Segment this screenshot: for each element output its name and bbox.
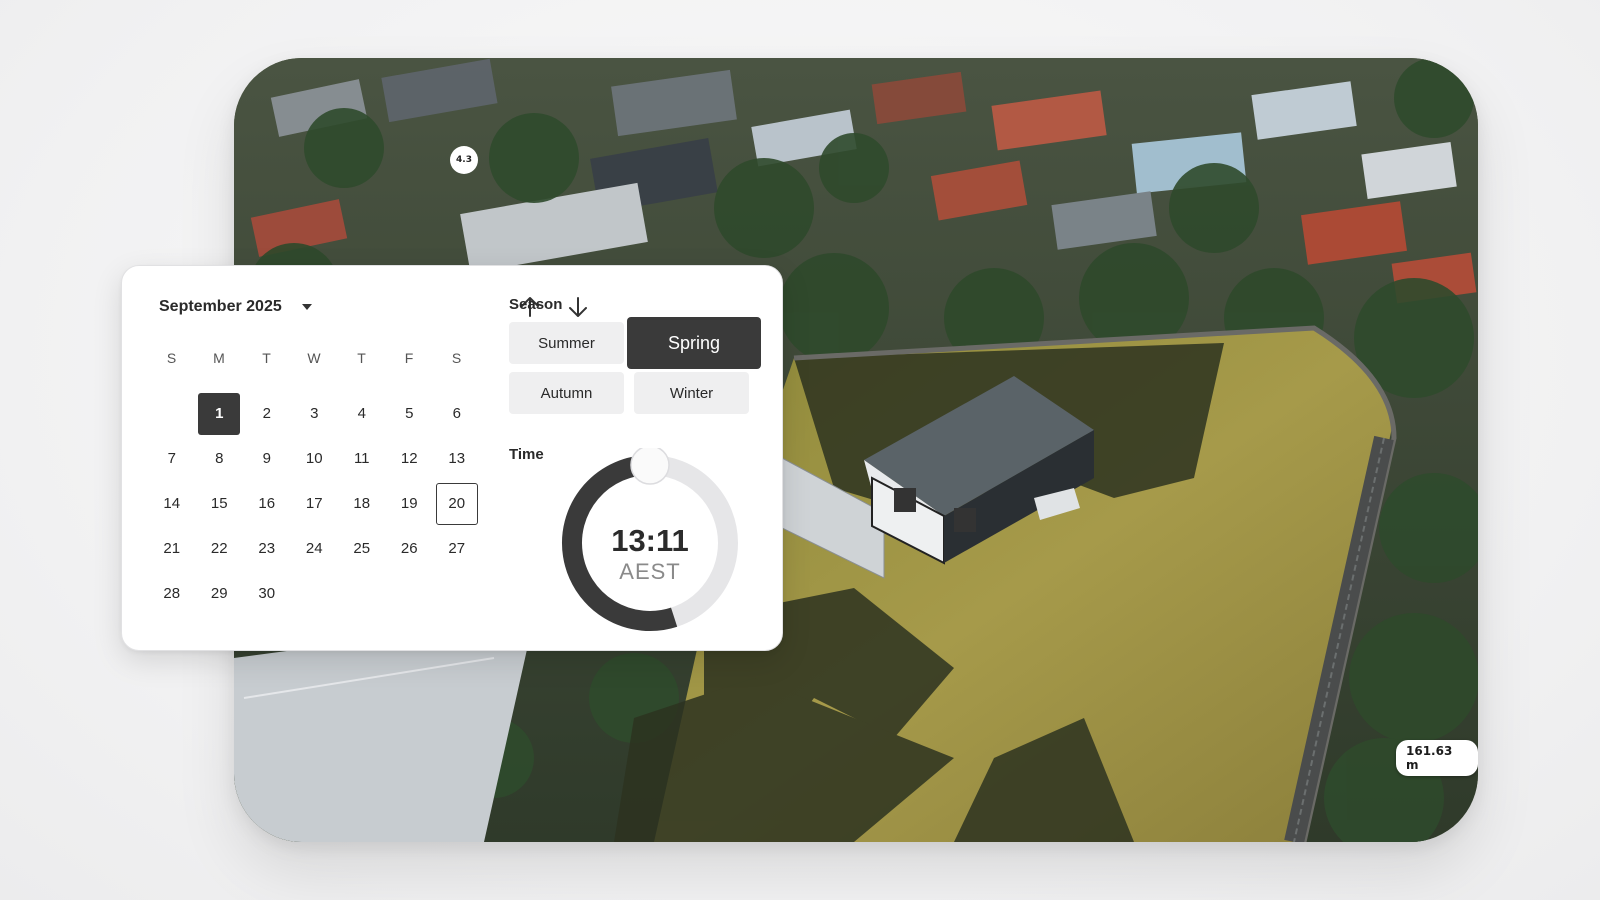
time-value: 13:11 <box>611 523 689 558</box>
season-option-winter[interactable]: Winter <box>634 372 749 414</box>
weekday-label: S <box>166 350 177 366</box>
calendar-day[interactable]: 14 <box>148 481 196 526</box>
time-readout: 13:11 AEST <box>560 524 740 586</box>
calendar-day[interactable]: 3 <box>291 391 339 436</box>
calendar-day-number: 7 <box>167 450 176 467</box>
calendar-day[interactable]: 12 <box>386 436 434 481</box>
calendar-day-number: 9 <box>262 450 271 467</box>
calendar-day-number: 21 <box>163 540 181 557</box>
calendar-day-number: 14 <box>163 495 181 512</box>
calendar-day-number: 5 <box>405 405 414 422</box>
season-option-autumn[interactable]: Autumn <box>509 372 624 414</box>
time-label: Time <box>509 446 544 463</box>
season-option-spring[interactable]: Spring <box>627 317 761 369</box>
calendar-day-number: 12 <box>400 450 418 467</box>
calendar-day[interactable]: 1 <box>196 391 244 436</box>
calendar-blank-cell <box>148 391 196 436</box>
calendar-day[interactable]: 18 <box>338 481 386 526</box>
calendar-day[interactable]: 13 <box>433 436 481 481</box>
calendar-day-number: 16 <box>258 495 276 512</box>
calendar-day[interactable]: 16 <box>243 481 291 526</box>
calendar-day-number: 13 <box>448 450 466 467</box>
calendar-day-number: 24 <box>305 540 323 557</box>
calendar-day[interactable]: 7 <box>148 436 196 481</box>
calendar-header: September 2025 <box>159 290 587 324</box>
calendar-day-number: 10 <box>305 450 323 467</box>
calendar-day[interactable]: 4 <box>338 391 386 436</box>
weekday-label: T <box>357 350 367 366</box>
weekday-label: S <box>451 350 462 366</box>
calendar-day-number: 6 <box>452 405 461 422</box>
calendar-day-number: 23 <box>258 540 276 557</box>
calendar-day[interactable]: 22 <box>196 526 244 571</box>
caret-down-icon <box>301 304 312 310</box>
calendar-day[interactable]: 21 <box>148 526 196 571</box>
calendar-day-number: 26 <box>400 540 418 557</box>
season-label: Season <box>509 296 563 313</box>
sun-study-panel: September 2025 SMTWTFS 1 2 3 4 5 6 7 8 9 10 11 12 13… <box>121 265 783 651</box>
map-scale-badge: 161.63 m <box>1396 740 1478 776</box>
calendar-day-number: 19 <box>400 495 418 512</box>
calendar-day-number: 30 <box>258 585 276 602</box>
calendar-day[interactable]: 9 <box>243 436 291 481</box>
calendar-day-number: 2 <box>262 405 271 422</box>
weekday-header-row: SMTWTFS <box>148 350 481 366</box>
weekday-label: T <box>262 350 272 366</box>
calendar-day[interactable]: 19 <box>386 481 434 526</box>
calendar-day-number: 22 <box>210 540 228 557</box>
calendar-day[interactable]: 6 <box>433 391 481 436</box>
calendar-day[interactable]: 29 <box>196 571 244 616</box>
calendar-day[interactable]: 2 <box>243 391 291 436</box>
month-label: September 2025 <box>159 298 282 315</box>
calendar-day[interactable]: 11 <box>338 436 386 481</box>
calendar-day[interactable]: 20 <box>433 481 481 526</box>
weekday-label: F <box>404 350 414 366</box>
calendar-day-number: 8 <box>215 450 224 467</box>
calendar-day-number: 1 <box>198 392 241 435</box>
calendar-day-grid: 1 2 3 4 5 6 7 8 9 10 11 12 13 14 15 16 17 18 19 20 21 22 23 24 2… <box>148 391 481 616</box>
calendar-day-number: 17 <box>305 495 323 512</box>
calendar-day-number: 27 <box>448 540 466 557</box>
calendar-day[interactable]: 17 <box>291 481 339 526</box>
calendar-day[interactable]: 30 <box>243 571 291 616</box>
next-month-arrow-down-icon[interactable] <box>564 293 592 321</box>
calendar-day-number: 4 <box>357 405 366 422</box>
season-option-summer[interactable]: Summer <box>509 322 624 364</box>
calendar-day-number: 15 <box>210 495 228 512</box>
time-dial-handle[interactable] <box>630 448 670 485</box>
calendar-day-number: 25 <box>353 540 371 557</box>
calendar-day-number: 11 <box>353 450 370 467</box>
weekday-label: M <box>213 350 226 366</box>
calendar-day[interactable]: 28 <box>148 571 196 616</box>
calendar-day-number: 18 <box>353 495 371 512</box>
map-location-marker[interactable]: 4.3 <box>450 146 478 174</box>
calendar-day[interactable]: 27 <box>433 526 481 571</box>
calendar-day-number: 29 <box>210 585 228 602</box>
calendar-day[interactable]: 15 <box>196 481 244 526</box>
calendar-day[interactable]: 24 <box>291 526 339 571</box>
calendar-day[interactable]: 10 <box>291 436 339 481</box>
calendar-day[interactable]: 25 <box>338 526 386 571</box>
time-zone: AEST <box>619 559 681 584</box>
month-select[interactable]: September 2025 <box>159 290 312 324</box>
calendar-day-number: 3 <box>310 405 319 422</box>
calendar-day[interactable]: 23 <box>243 526 291 571</box>
calendar-day[interactable]: 26 <box>386 526 434 571</box>
calendar-day-number: 28 <box>163 585 181 602</box>
calendar-day[interactable]: 8 <box>196 436 244 481</box>
calendar-day[interactable]: 5 <box>386 391 434 436</box>
calendar-day-number: 20 <box>435 482 478 525</box>
weekday-label: W <box>307 350 322 366</box>
